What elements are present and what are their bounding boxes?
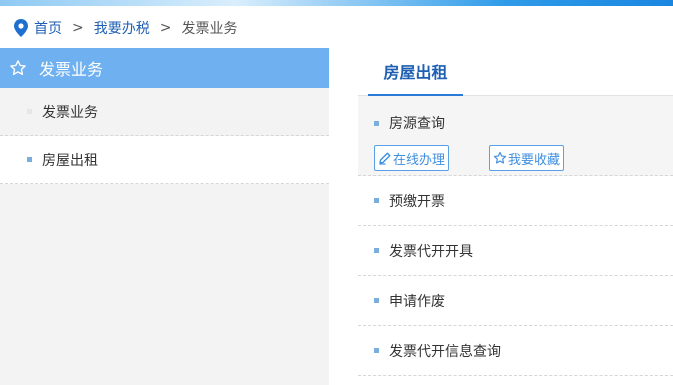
breadcrumb-home-link[interactable]: 首页 [34,18,62,38]
bullet-icon [374,120,379,126]
list-item-label: 发票代开信息查询 [389,343,501,360]
pencil-icon [379,152,391,165]
star-outline-icon [10,60,26,76]
list-item-label: 申请作废 [389,293,445,310]
sidebar-title: 发票业务 [39,60,104,79]
top-banner-strip [0,0,673,6]
tab-house-rental[interactable]: 房屋出租 [368,48,463,96]
list-item-label: 发票代开开具 [389,243,473,260]
list-item[interactable]: 房源查询 在线办理 我要收藏 [358,96,673,176]
list-item[interactable]: 申请作废 [358,276,673,326]
breadcrumb-separator: > [159,20,172,36]
sidebar-item-label: 房屋出租 [42,152,98,169]
location-pin-icon [14,19,28,37]
breadcrumb: 首页 > 我要办税 > 发票业务 [14,17,237,39]
breadcrumb-tax-link[interactable]: 我要办税 [94,18,150,38]
sidebar-header: 发票业务 [0,48,329,88]
sidebar-item-label: 发票业务 [42,104,98,121]
tab-bar: 房屋出租 [358,48,673,96]
breadcrumb-current: 发票业务 [181,21,238,37]
bullet-icon [27,157,32,162]
breadcrumb-separator: > [72,20,84,36]
list-item[interactable]: 发票代开开具 [358,226,673,276]
star-outline-icon [493,151,507,164]
bullet-icon [374,348,379,353]
bullet-icon [374,248,379,253]
action-buttons: 在线办理 我要收藏 [374,145,604,171]
favorite-button[interactable]: 我要收藏 [489,145,565,171]
bullet-icon [374,198,379,203]
list-item[interactable]: 预缴开票 [358,176,673,226]
online-handle-label: 在线办理 [393,152,446,168]
bullet-icon [374,298,379,303]
sidebar-item-invoice[interactable]: 发票业务 [0,88,329,136]
sidebar: 发票业务 发票业务 房屋出租 [0,48,329,385]
online-handle-button[interactable]: 在线办理 [374,145,450,171]
favorite-label: 我要收藏 [508,152,561,168]
main-panel: 房屋出租 房源查询 在线办理 我要收藏 预缴开票 发票代开开具 申请作废 发票代… [358,48,673,385]
sidebar-item-house-rental[interactable]: 房屋出租 [0,136,329,184]
list-item-label: 房源查询 [389,116,445,132]
list-item-label: 预缴开票 [389,193,445,210]
bullet-icon [27,109,32,114]
list-item[interactable]: 发票代开信息查询 [358,326,673,376]
